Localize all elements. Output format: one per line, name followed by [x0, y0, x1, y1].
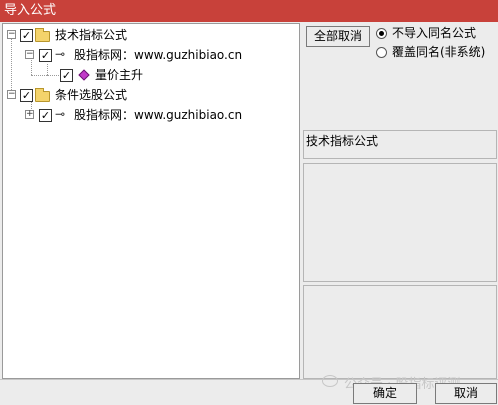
tree-label-tech[interactable]: 技术指标公式 [55, 27, 127, 43]
tree-label-tech-source[interactable]: 股指标网：www.guzhibiao.cn [74, 47, 242, 63]
formula-gem-icon [78, 69, 90, 81]
expander-tech-source[interactable]: − [25, 50, 34, 59]
title-bar: 导入公式 [0, 0, 498, 22]
info-panel: 技术指标公式 [303, 130, 497, 159]
tree-label-cond-source[interactable]: 股指标网：www.guzhibiao.cn [74, 107, 242, 123]
cancel-button[interactable]: 取消 [435, 383, 497, 404]
checkbox-tech-source[interactable]: ✓ [39, 49, 52, 62]
expander-condition[interactable]: − [7, 90, 16, 99]
radio-no-import-label[interactable]: 不导入同名公式 [392, 26, 476, 40]
folder-icon [35, 88, 50, 102]
key-icon: ⊸ [55, 107, 66, 121]
expander-cond-source[interactable]: + [25, 110, 34, 119]
key-icon: ⊸ [55, 47, 66, 61]
info-title: 技术指标公式 [306, 134, 379, 148]
tree-label-tech-formula[interactable]: 量价主升 [95, 67, 143, 83]
folder-icon [35, 28, 50, 42]
wechat-icon [322, 375, 338, 387]
tree-line [47, 75, 61, 76]
checkbox-tech-formula[interactable]: ✓ [60, 69, 73, 82]
tree-line [31, 75, 47, 76]
radio-overwrite-label[interactable]: 覆盖同名(非系统) [392, 45, 485, 59]
ok-button[interactable]: 确定 [353, 383, 417, 404]
formula-tree[interactable]: − ✓ 技术指标公式 − ✓ ⊸ 股指标网：www.guzhibiao.cn ✓… [2, 23, 300, 379]
radio-overwrite[interactable] [376, 47, 387, 58]
description-panel [303, 163, 497, 282]
window-title: 导入公式 [4, 3, 57, 18]
tree-label-condition[interactable]: 条件选股公式 [55, 87, 127, 103]
detail-panel [303, 285, 497, 379]
checkbox-condition[interactable]: ✓ [20, 89, 33, 102]
cancel-all-button[interactable]: 全部取消 [306, 26, 370, 47]
tree-line [31, 58, 32, 75]
tree-line [47, 64, 48, 75]
checkbox-tech[interactable]: ✓ [20, 29, 33, 42]
radio-no-import[interactable] [376, 28, 387, 39]
expander-tech-collapse[interactable]: − [7, 30, 16, 39]
checkbox-cond-source[interactable]: ✓ [39, 109, 52, 122]
tree-line [11, 38, 12, 94]
